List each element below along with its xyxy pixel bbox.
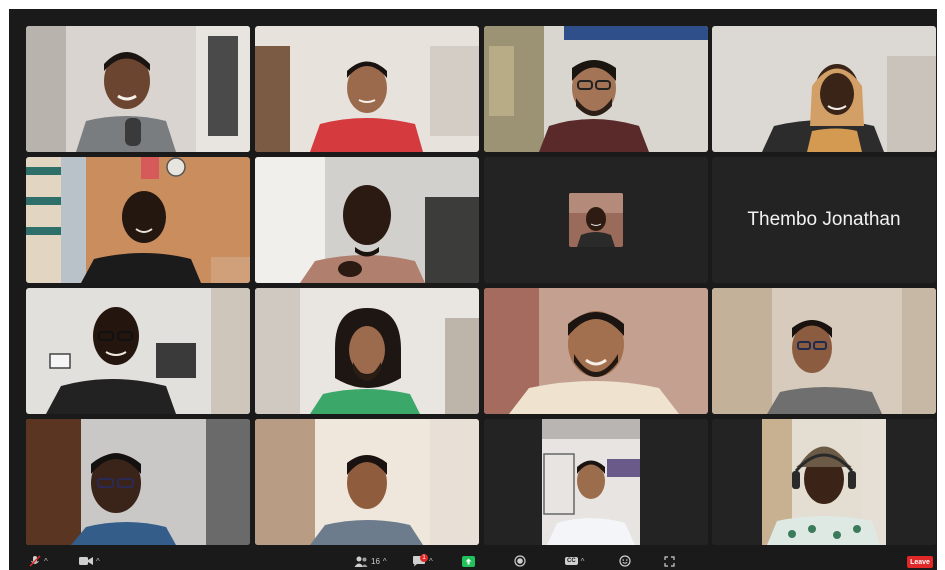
video-button[interactable]: ^ (79, 552, 100, 570)
participant-video (712, 288, 936, 414)
participant-tile[interactable] (255, 157, 479, 283)
chevron-up-icon[interactable]: ^ (96, 557, 100, 566)
participant-tile[interactable] (26, 419, 250, 545)
share-screen-button[interactable] (462, 552, 475, 570)
participant-video (26, 157, 250, 283)
participant-tile[interactable]: Thembo Jonathan (712, 157, 936, 283)
video-call-window: Thembo Jonathan ^ ^ 16 ^ 1 ^ CC ^ Leave (9, 9, 937, 570)
participant-video (255, 419, 479, 545)
participant-video (484, 26, 708, 152)
captions-icon: CC (565, 557, 578, 565)
chevron-up-icon[interactable]: ^ (383, 557, 387, 566)
participant-tile[interactable] (255, 26, 479, 152)
participants-count: 16 (371, 556, 380, 566)
participant-tile[interactable] (484, 419, 708, 545)
participant-tile[interactable] (484, 288, 708, 414)
participant-video (484, 288, 708, 414)
participant-video (255, 157, 479, 283)
chat-unread-badge: 1 (420, 554, 428, 562)
participants-icon (354, 556, 368, 567)
record-icon (514, 555, 526, 567)
chevron-up-icon[interactable]: ^ (44, 557, 48, 566)
chevron-up-icon[interactable]: ^ (581, 557, 585, 566)
leave-button[interactable]: Leave (907, 556, 933, 568)
participant-video (255, 26, 479, 152)
participant-tile[interactable] (712, 288, 936, 414)
participant-tile[interactable] (255, 288, 479, 414)
participant-video (255, 288, 479, 414)
participant-video (26, 26, 250, 152)
participant-name: Thembo Jonathan (747, 209, 901, 230)
gallery-grid: Thembo Jonathan (26, 26, 936, 546)
participant-video (542, 419, 640, 545)
mute-button[interactable]: ^ (29, 552, 48, 570)
participant-tile[interactable] (26, 26, 250, 152)
participant-tile[interactable] (712, 26, 936, 152)
reactions-icon (619, 555, 631, 567)
participant-video (762, 419, 886, 545)
participant-video (26, 419, 250, 545)
reactions-button[interactable] (619, 552, 631, 570)
participant-avatar (569, 193, 623, 247)
participant-video (712, 26, 936, 152)
share-screen-icon (462, 555, 475, 567)
participant-tile[interactable] (484, 157, 708, 283)
meeting-toolbar: ^ ^ 16 ^ 1 ^ CC ^ Leave (9, 552, 937, 570)
participant-tile[interactable] (26, 288, 250, 414)
participant-tile[interactable] (26, 157, 250, 283)
participant-tile[interactable] (484, 26, 708, 152)
microphone-muted-icon (29, 555, 41, 567)
participant-tile[interactable] (255, 419, 479, 545)
chat-button[interactable]: 1 ^ (412, 552, 433, 570)
participant-video (26, 288, 250, 414)
record-button[interactable] (514, 552, 526, 570)
captions-button[interactable]: CC ^ (565, 552, 584, 570)
participant-tile[interactable] (712, 419, 936, 545)
chevron-up-icon[interactable]: ^ (429, 557, 433, 566)
fullscreen-icon (664, 555, 675, 567)
video-camera-icon (79, 557, 93, 565)
fullscreen-button[interactable] (664, 552, 675, 570)
participants-button[interactable]: 16 ^ (354, 552, 387, 570)
